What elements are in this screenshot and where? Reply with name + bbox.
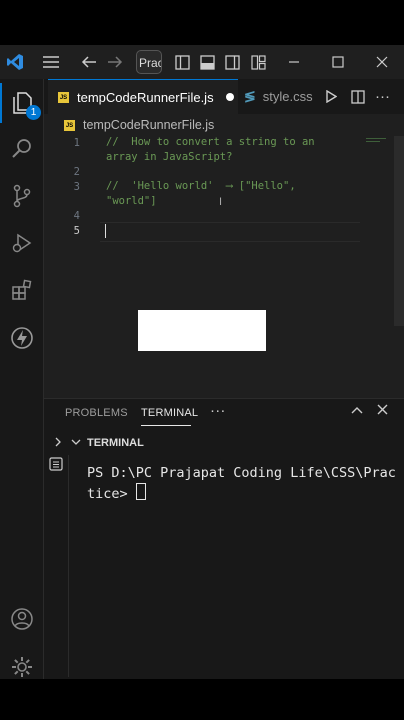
toggle-sidebar-icon[interactable] <box>172 45 192 79</box>
line-number: 2 <box>73 166 80 178</box>
line-number-active: 5 <box>73 225 80 237</box>
terminal[interactable]: PS D:\PC Prajapat Coding Life\CSS\Practi… <box>68 455 404 677</box>
split-editor-icon[interactable] <box>351 79 369 114</box>
explorer-icon[interactable]: 1 <box>0 83 43 123</box>
extensions-icon[interactable] <box>0 270 43 310</box>
code-editor[interactable]: 1 // How to convert a string to an array… <box>44 136 404 398</box>
line-number: 4 <box>73 210 80 222</box>
account-icon[interactable] <box>0 599 43 639</box>
tab-tempcoderunnerfile[interactable]: JS tempCodeRunnerFile.js <box>48 79 238 114</box>
close-window-icon[interactable] <box>372 45 392 79</box>
line-number: 3 <box>73 181 80 193</box>
menu-icon[interactable] <box>38 45 64 79</box>
chevron-down-icon[interactable] <box>71 437 81 449</box>
run-debug-icon[interactable] <box>0 223 43 263</box>
overlay-box <box>138 310 266 351</box>
minimize-icon[interactable] <box>284 45 304 79</box>
activity-bar: 1 <box>0 79 44 679</box>
code-line[interactable]: // How to convert a string to an array i… <box>106 135 338 165</box>
text-cursor <box>105 224 106 238</box>
minimap[interactable] <box>364 136 390 146</box>
terminal-list-icon[interactable] <box>49 457 63 476</box>
tab-label: style.css <box>262 89 313 104</box>
toggle-panel-icon[interactable] <box>197 45 217 79</box>
settings-gear-icon[interactable] <box>0 647 43 687</box>
bottom-panel: PROBLEMS TERMINAL ··· TERMINAL PS D:\PC … <box>44 398 404 679</box>
terminal-section-label: TERMINAL <box>87 437 144 449</box>
terminal-prompt: PS D:\PC Prajapat Coding Life\CSS\Practi… <box>87 465 396 502</box>
breadcrumb-file[interactable]: tempCodeRunnerFile.js <box>83 118 214 132</box>
forward-arrow-icon[interactable] <box>104 45 126 79</box>
run-code-icon[interactable] <box>326 79 344 114</box>
maximize-icon[interactable] <box>328 45 348 79</box>
tab-terminal[interactable]: TERMINAL <box>141 407 198 419</box>
back-arrow-icon[interactable] <box>78 45 100 79</box>
unsaved-dot-icon[interactable] <box>225 93 234 101</box>
css-file-icon: ≶ <box>244 88 256 104</box>
more-actions-icon[interactable]: ··· <box>375 79 397 114</box>
js-file-icon: JS <box>64 119 75 131</box>
tab-style-css[interactable]: ≶ style.css <box>244 79 326 114</box>
terminal-cursor <box>135 483 146 500</box>
tab-label: tempCodeRunnerFile.js <box>77 89 214 105</box>
command-center-search[interactable]: Prac <box>136 50 162 74</box>
maximize-panel-icon[interactable] <box>351 405 363 418</box>
customize-layout-icon[interactable] <box>248 45 268 79</box>
js-file-icon: JS <box>58 91 69 103</box>
terminal-output[interactable]: PS D:\PC Prajapat Coding Life\CSS\Practi… <box>87 463 399 504</box>
source-control-icon[interactable] <box>0 176 43 216</box>
lightning-icon[interactable] <box>0 318 43 358</box>
title-bar: Prac <box>0 45 404 79</box>
editor-tab-bar: JS tempCodeRunnerFile.js ≶ style.css ··· <box>44 79 404 115</box>
current-line-highlight <box>100 222 360 242</box>
mouse-ibeam-icon: I <box>219 196 223 208</box>
search-icon[interactable] <box>0 129 43 169</box>
close-panel-icon[interactable] <box>377 404 388 418</box>
line-number: 1 <box>73 137 80 149</box>
breadcrumb[interactable]: JS tempCodeRunnerFile.js <box>44 114 404 136</box>
editor-scrollbar[interactable] <box>394 136 404 326</box>
toggle-secondary-sidebar-icon[interactable] <box>222 45 242 79</box>
panel-more-icon[interactable]: ··· <box>210 402 226 419</box>
vscode-logo-icon <box>4 45 26 79</box>
active-tab-underline <box>141 425 191 426</box>
tab-problems[interactable]: PROBLEMS <box>65 407 128 419</box>
terminal-section-header[interactable]: TERMINAL <box>44 433 404 453</box>
chevron-right-icon[interactable] <box>54 437 62 450</box>
explorer-badge: 1 <box>26 105 41 120</box>
